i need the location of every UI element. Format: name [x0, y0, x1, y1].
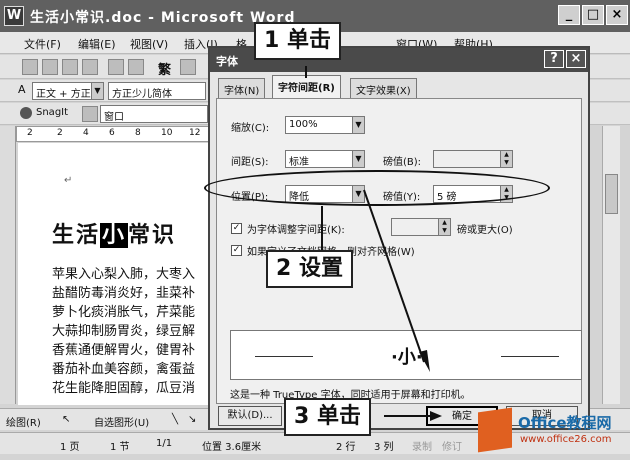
- office-logo-icon: [478, 407, 512, 453]
- callout-step2: 2 设置: [266, 250, 353, 288]
- watermark: Office教程网 www.office26.com: [474, 404, 630, 460]
- watermark-url: www.office26.com: [520, 434, 612, 445]
- arrow-line: [363, 189, 425, 363]
- annotation-arrows: [305, 66, 442, 421]
- callout-step1: 1 单击: [254, 22, 341, 60]
- watermark-name: Office教程网: [518, 414, 612, 432]
- arrowhead-icon: [430, 411, 442, 421]
- arrowhead-icon: [419, 350, 430, 372]
- callout-step3: 3 单击: [284, 398, 371, 436]
